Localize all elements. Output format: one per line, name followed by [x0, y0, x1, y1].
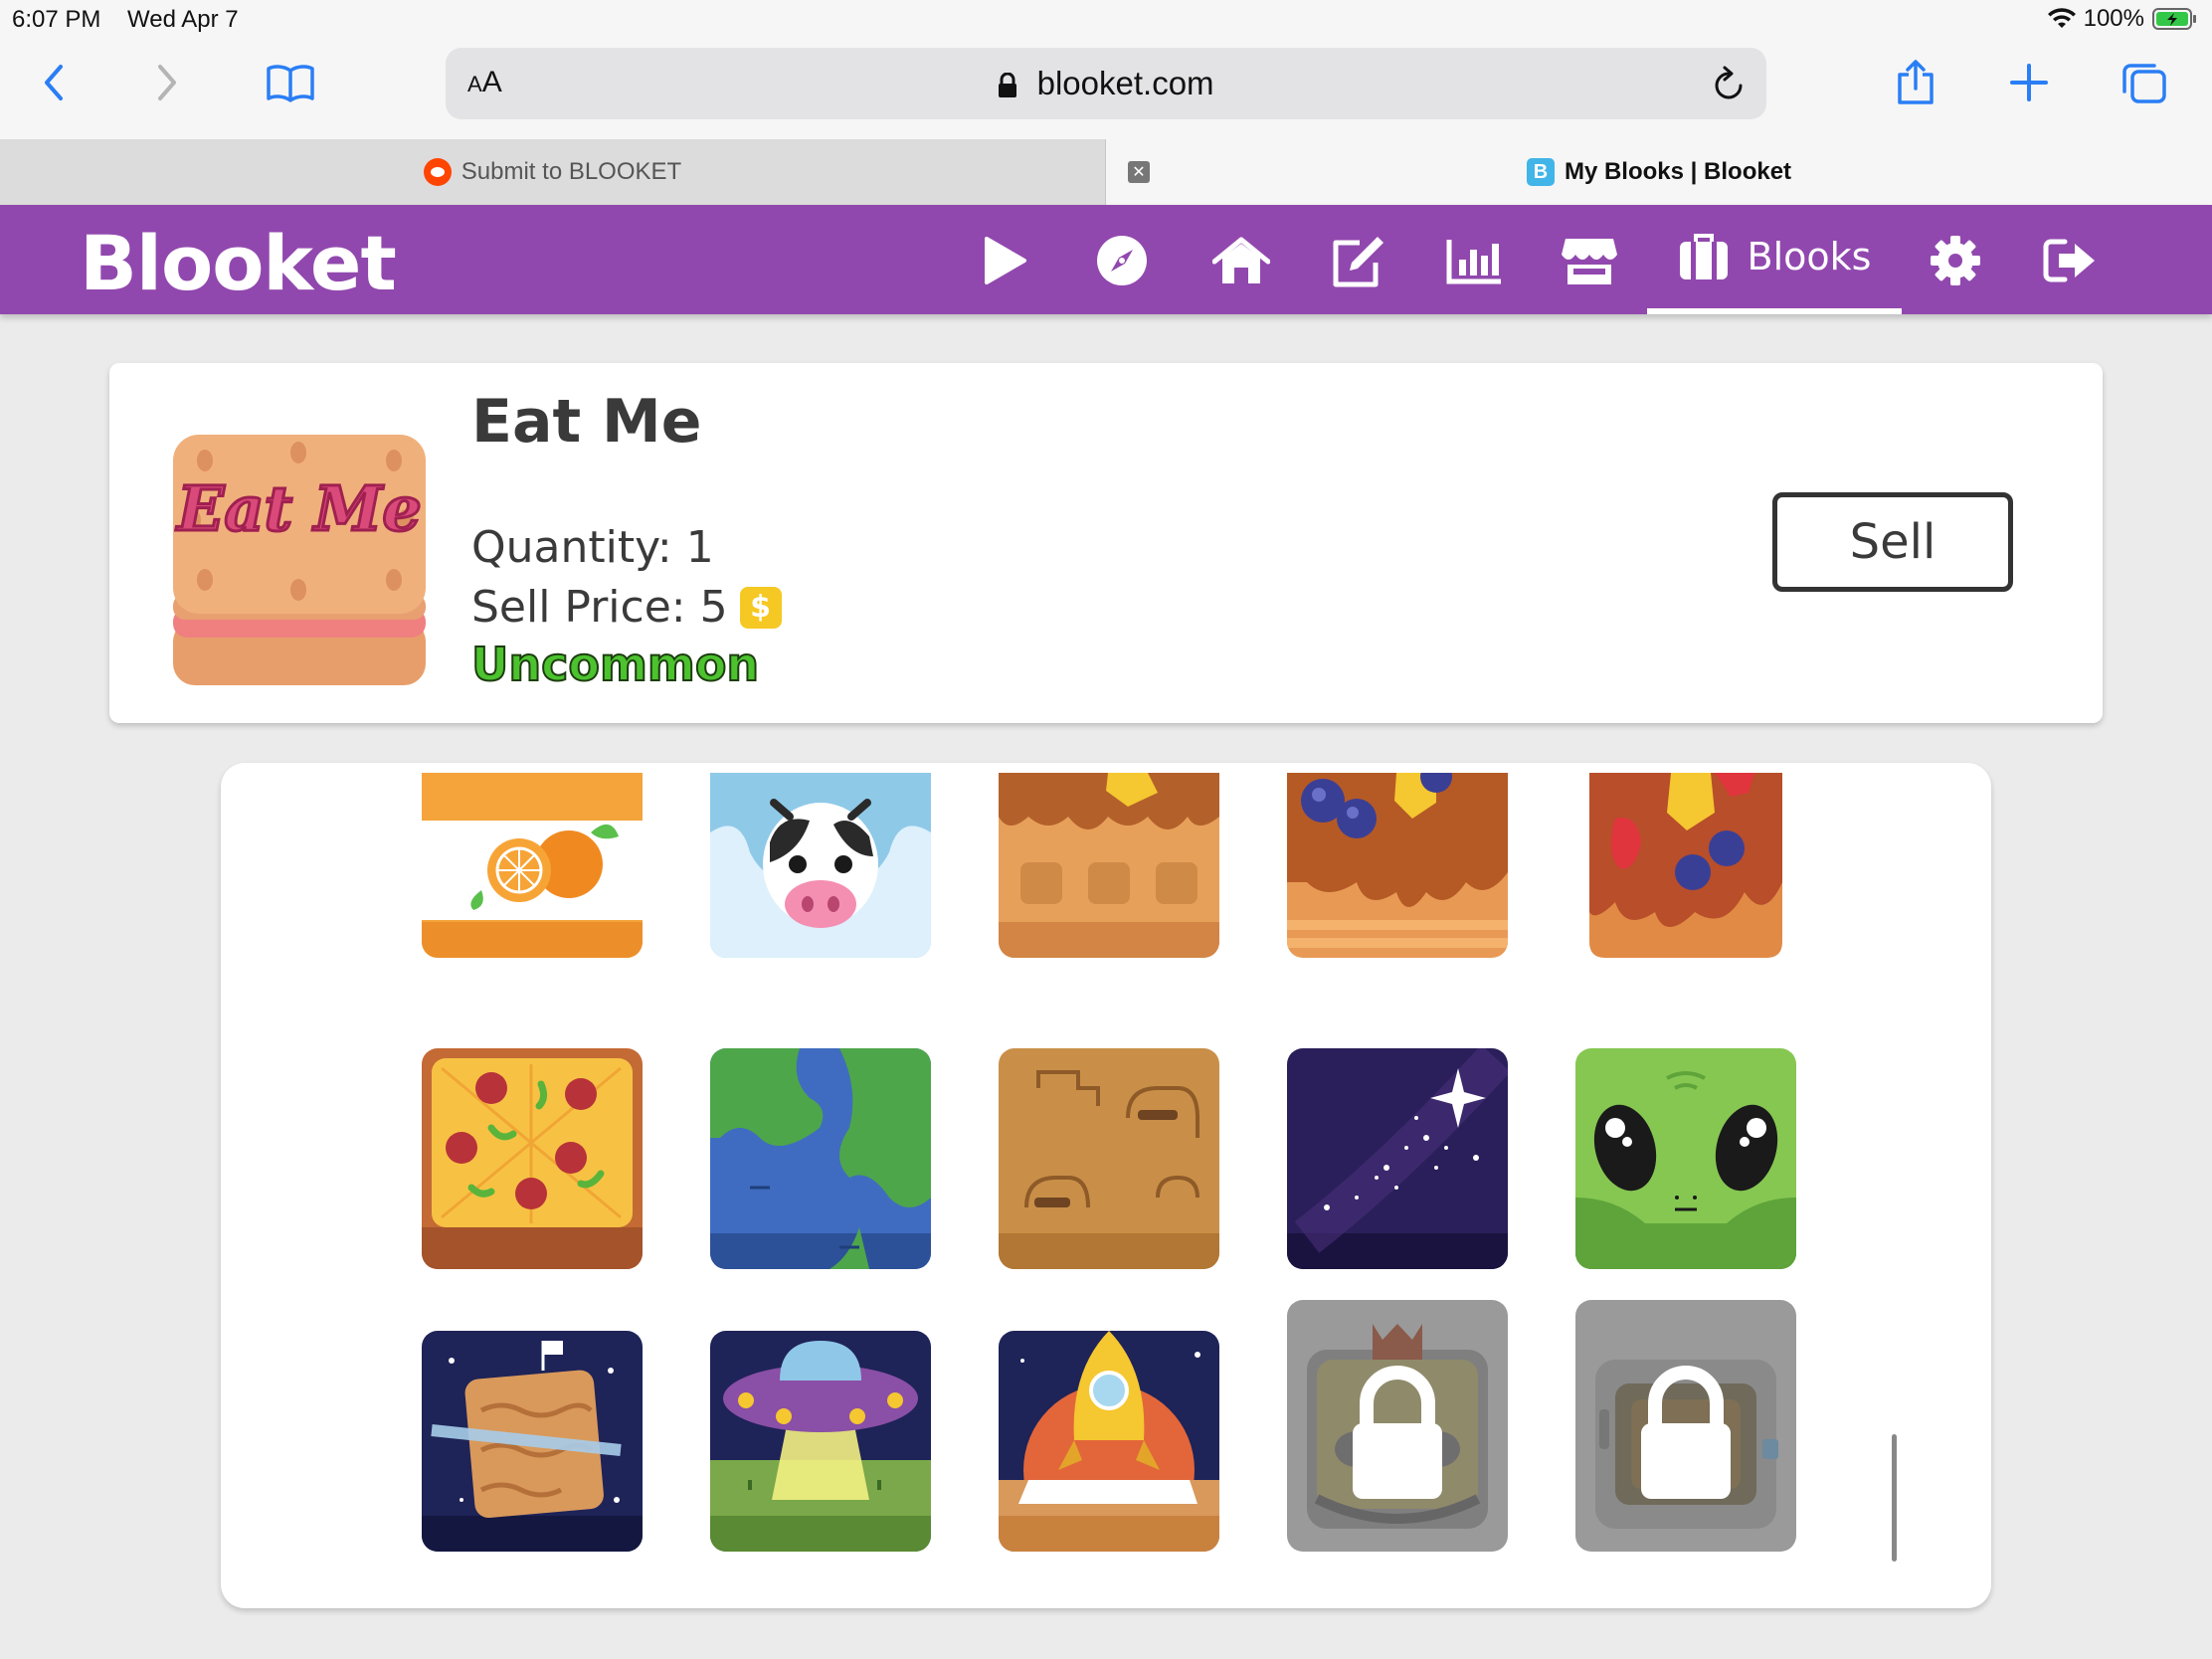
play-icon: [985, 237, 1026, 284]
eat-me-image-text: Eat Me: [175, 472, 422, 545]
new-tab-button[interactable]: [1999, 58, 2059, 107]
blook-ufo[interactable]: [710, 1331, 931, 1552]
reload-icon[interactable]: [1711, 64, 1747, 103]
meteor-icon: [999, 1048, 1219, 1269]
pancakes-icon: [1287, 773, 1508, 958]
blook-robot-locked[interactable]: [1575, 1300, 1796, 1552]
chevron-left-icon: [45, 65, 63, 100]
edit-icon: [1333, 237, 1383, 287]
tabs-icon: [2122, 64, 2166, 103]
status-time: 6:07 PM: [12, 6, 101, 33]
blook-planet[interactable]: [422, 1331, 643, 1552]
url-text: blooket.com: [1036, 65, 1214, 101]
rocket-icon: [999, 1331, 1219, 1552]
battery-icon: [2152, 8, 2196, 30]
blook-meteor[interactable]: [999, 1048, 1219, 1269]
nav-stats[interactable]: [1444, 231, 1504, 290]
grid-scrollbar[interactable]: [1892, 1434, 1897, 1562]
plus-icon: [2010, 64, 2048, 101]
orange-juice-icon: [422, 773, 643, 958]
blooks-grid: [221, 763, 1991, 1608]
blook-french-toast[interactable]: [1575, 773, 1796, 958]
bookmarks-button[interactable]: [261, 58, 320, 107]
stars-icon: [1287, 1048, 1508, 1269]
nav-settings[interactable]: [1926, 231, 1985, 290]
back-button[interactable]: [24, 58, 84, 107]
tab-bar: Submit to BLOOKET B My Blooks | Blooket …: [0, 139, 2212, 205]
status-date: Wed Apr 7: [127, 6, 239, 33]
url-display: blooket.com: [446, 65, 1766, 102]
sell-price-text: Sell Price: 5: [471, 582, 728, 633]
wifi-icon: [2047, 8, 2076, 28]
blook-spaceship[interactable]: [999, 1331, 1219, 1552]
tab-my-blooks[interactable]: B My Blooks | Blooket: [1106, 139, 2212, 205]
blook-waffle[interactable]: [999, 773, 1219, 958]
blooket-favicon-icon: B: [1526, 158, 1555, 186]
share-button[interactable]: [1886, 58, 1945, 107]
tab-title: Submit to BLOOKET: [461, 158, 682, 185]
cow-milk-icon: [710, 773, 931, 958]
lock-icon: [999, 73, 1017, 98]
nav-create[interactable]: [1329, 231, 1388, 290]
tab-title: My Blooks | Blooket: [1564, 158, 1792, 185]
browser-toolbar: AA blooket.com: [0, 40, 2212, 139]
waffle-icon: [999, 773, 1219, 958]
nav-logout[interactable]: [2041, 231, 2101, 290]
locked-blook-icon: [1287, 1300, 1508, 1552]
earth-icon: [710, 1048, 931, 1269]
status-indicators: 100%: [2047, 5, 2198, 33]
pizza-icon: [422, 1048, 643, 1269]
tab-submit-to-blooket[interactable]: Submit to BLOOKET: [0, 139, 1106, 205]
blook-pancakes[interactable]: [1287, 773, 1508, 958]
blook-orange-juice[interactable]: [422, 773, 643, 958]
blook-info-card: Eat Me Eat Me Quantity: 1 Sell Price: 5 …: [109, 363, 2103, 723]
nav-play[interactable]: [975, 231, 1034, 290]
blook-king-card-locked[interactable]: [1287, 1300, 1508, 1552]
alien-icon: [1575, 1048, 1796, 1269]
french-toast-icon: [1575, 773, 1796, 958]
logout-icon: [2043, 239, 2095, 282]
blooket-logo[interactable]: Blooket: [80, 219, 397, 307]
nav-blooks[interactable]: Blooks: [1647, 205, 1902, 314]
chart-icon: [1446, 240, 1501, 284]
forward-button[interactable]: [137, 58, 197, 107]
home-icon: [1212, 237, 1270, 283]
blook-sell-price: Sell Price: 5 $: [471, 582, 782, 633]
reddit-favicon-icon: [423, 158, 452, 186]
blook-stars[interactable]: [1287, 1048, 1508, 1269]
address-bar[interactable]: AA blooket.com: [446, 48, 1766, 119]
close-tab-icon[interactable]: ✕: [1128, 161, 1150, 183]
gear-icon: [1931, 236, 1980, 285]
blook-name: Eat Me: [471, 387, 702, 457]
eat-me-blook-image: Eat Me: [173, 435, 426, 685]
briefcase-icon: [1679, 234, 1728, 279]
nav-home[interactable]: [1211, 231, 1271, 290]
locked-blook-icon: [1575, 1300, 1796, 1552]
tabs-overview-button[interactable]: [2115, 58, 2174, 107]
status-bar: 6:07 PM Wed Apr 7 100%: [0, 0, 2212, 40]
blook-quantity: Quantity: 1: [471, 522, 714, 573]
share-icon: [1898, 60, 1934, 104]
blook-rarity: Uncommon: [470, 637, 760, 692]
compass-icon: [1097, 236, 1147, 285]
store-icon: [1562, 239, 1617, 284]
blook-earth[interactable]: [710, 1048, 931, 1269]
site-header: Blooket Blooks: [0, 205, 2212, 314]
blook-alien[interactable]: [1575, 1048, 1796, 1269]
nav-discover[interactable]: [1092, 231, 1152, 290]
ufo-icon: [710, 1331, 931, 1552]
book-icon: [267, 65, 314, 102]
blook-pizza[interactable]: [422, 1048, 643, 1269]
battery-percent: 100%: [2083, 5, 2144, 32]
blook-milk[interactable]: [710, 773, 931, 958]
sell-button[interactable]: Sell: [1772, 492, 2013, 592]
chevron-right-icon: [158, 65, 176, 100]
coin-icon: $: [739, 586, 782, 629]
nav-market[interactable]: [1560, 231, 1619, 290]
planet-icon: [422, 1331, 643, 1552]
nav-blooks-label: Blooks: [1747, 235, 1872, 278]
